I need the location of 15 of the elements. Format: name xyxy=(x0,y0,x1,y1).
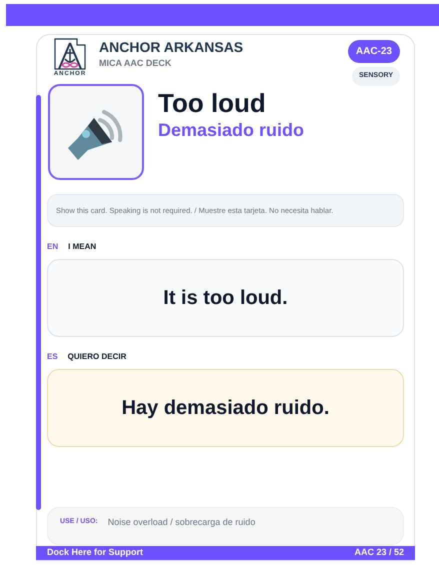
phrase-box: It is too loud. xyxy=(47,258,404,337)
brand-subtitle: MICA AAC DECK xyxy=(99,56,172,70)
brand-name: ANCHOR ARKANSAS xyxy=(99,39,244,56)
card-title: Too loud xyxy=(158,86,267,119)
phrase-label: QUIERO DECIR xyxy=(68,350,126,363)
phrase-label: I MEAN xyxy=(68,240,96,253)
logo-drawing xyxy=(53,37,87,71)
use-text: Noise overload / sobrecarga de ruido xyxy=(108,516,256,529)
card-title-spanish: Demasiado ruido xyxy=(158,119,304,142)
footer-text: Dock Here for Support xyxy=(47,546,144,560)
phrase-box: Hay demasiado ruido. xyxy=(47,368,404,447)
language-tag: EN xyxy=(47,240,58,253)
card-code-badge: AAC-23 xyxy=(348,40,400,63)
page-counter: AAC 23 / 52 xyxy=(354,546,404,560)
language-tag: ES xyxy=(47,350,58,363)
